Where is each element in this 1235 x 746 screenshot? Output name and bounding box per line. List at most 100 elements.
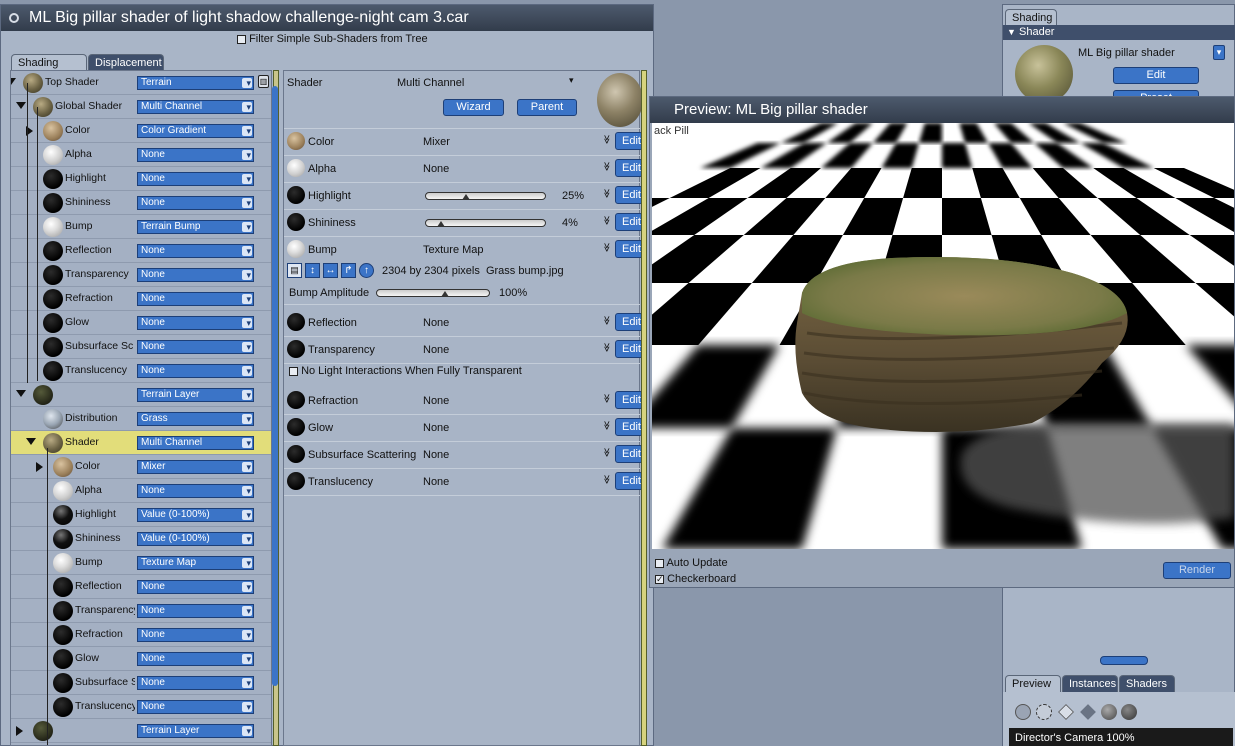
- chevron-down-icon[interactable]: ≫: [601, 475, 612, 484]
- shader-type-select[interactable]: None ▾: [137, 340, 254, 354]
- shader-menu-icon[interactable]: ▾: [1213, 45, 1225, 60]
- tree-row[interactable]: Alpha None ▾: [11, 143, 271, 167]
- tree-row[interactable]: Refraction None ▾: [11, 287, 271, 311]
- bump-amplitude-thumb[interactable]: [441, 291, 450, 297]
- shader-section-header[interactable]: ▼ Shader: [1003, 25, 1235, 40]
- shader-type-select[interactable]: Mixer ▾: [137, 460, 254, 474]
- preview-viewport[interactable]: ack Pill: [652, 123, 1234, 549]
- tree-row[interactable]: Alpha None ▾: [11, 479, 271, 503]
- right-tab-shading[interactable]: Shading: [1005, 9, 1057, 26]
- shader-type-select[interactable]: None ▾: [137, 484, 254, 498]
- sphere-shaded-icon[interactable]: [1121, 704, 1137, 720]
- edit-channel-button[interactable]: Edit: [615, 391, 643, 409]
- chevron-down-icon[interactable]: ≫: [601, 162, 612, 171]
- shader-type-select[interactable]: None ▾: [137, 244, 254, 258]
- shader-type-select[interactable]: Terrain ▾: [137, 76, 254, 90]
- tree-row[interactable]: Reflection None ▾: [11, 239, 271, 263]
- edit-channel-button[interactable]: Edit: [615, 340, 643, 358]
- tree-row[interactable]: Highlight None ▾: [11, 167, 271, 191]
- auto-update-checkbox[interactable]: [655, 558, 664, 568]
- sphere-icon[interactable]: [1101, 704, 1117, 720]
- shader-type-select[interactable]: Terrain Bump ▾: [137, 220, 254, 234]
- tree-row[interactable]: Terrain Layer ▾: [11, 719, 271, 743]
- chevron-down-icon[interactable]: ≫: [601, 343, 612, 352]
- chevron-down-icon[interactable]: ≫: [601, 189, 612, 198]
- tree-row[interactable]: Transparency None ▾: [11, 263, 271, 287]
- tree-row[interactable]: Translucency None ▾: [11, 359, 271, 383]
- edit-channel-button[interactable]: Edit: [615, 159, 643, 177]
- shader-type-select[interactable]: Color Gradient ▾: [137, 124, 254, 138]
- collapse-triangle-icon[interactable]: [16, 390, 26, 397]
- move-icon[interactable]: [1015, 704, 1031, 720]
- tab-instances[interactable]: Instances: [1062, 675, 1118, 692]
- shader-type-select[interactable]: None ▾: [137, 172, 254, 186]
- tree-row[interactable]: Reflection None ▾: [11, 575, 271, 599]
- close-icon[interactable]: [9, 13, 19, 23]
- no-light-checkbox[interactable]: [289, 366, 298, 376]
- tree-row[interactable]: Glow None ▾: [11, 647, 271, 671]
- chevron-down-icon[interactable]: ≫: [601, 216, 612, 225]
- shader-type-dropdown-icon[interactable]: ▾: [569, 75, 574, 86]
- shader-type-select[interactable]: None ▾: [137, 292, 254, 306]
- tree-row[interactable]: Shininess Value (0-100%) ▾: [11, 527, 271, 551]
- shader-type-select[interactable]: None ▾: [137, 700, 254, 714]
- edit-channel-button[interactable]: Edit: [615, 186, 643, 204]
- slider-thumb[interactable]: [436, 221, 445, 227]
- shader-type-select[interactable]: Multi Channel: [397, 77, 464, 89]
- tree-row[interactable]: Subsurface Sc None ▾: [11, 671, 271, 695]
- tab-shaders[interactable]: Shaders: [1119, 675, 1175, 692]
- collapse-triangle-icon[interactable]: [16, 102, 26, 109]
- preview-titlebar[interactable]: Preview: ML Big pillar shader: [650, 97, 1234, 123]
- tree-row[interactable]: Shininess None ▾: [11, 191, 271, 215]
- chevron-down-icon[interactable]: ≫: [601, 394, 612, 403]
- shader-type-select[interactable]: None ▾: [137, 628, 254, 642]
- tree-row[interactable]: Shader Multi Channel ▾: [11, 431, 271, 455]
- edit-channel-button[interactable]: Edit: [615, 445, 643, 463]
- edit-channel-button[interactable]: Edit: [615, 240, 643, 258]
- slider-thumb[interactable]: [462, 194, 471, 200]
- bump-amplitude-slider[interactable]: [376, 289, 490, 297]
- shader-type-select[interactable]: None ▾: [137, 580, 254, 594]
- tree-row[interactable]: Subsurface Sc None ▾: [11, 335, 271, 359]
- chevron-down-icon[interactable]: ≫: [601, 448, 612, 457]
- tree-row[interactable]: Transparency None ▾: [11, 599, 271, 623]
- tab-preview[interactable]: Preview: [1005, 675, 1061, 692]
- shader-type-select[interactable]: None ▾: [137, 364, 254, 378]
- tree-row[interactable]: Global Shader Multi Channel ▾: [11, 95, 271, 119]
- collapse-triangle-icon[interactable]: [11, 78, 16, 85]
- filter-checkbox[interactable]: [237, 34, 246, 44]
- trash-icon[interactable]: ▥: [258, 75, 269, 88]
- edit-channel-button[interactable]: Edit: [615, 418, 643, 436]
- tab-shading[interactable]: Shading: [11, 54, 87, 71]
- tree-row[interactable]: Bump Texture Map ▾: [11, 551, 271, 575]
- checkerboard-row[interactable]: ✓ Checkerboard: [655, 573, 736, 585]
- cube-outline-icon[interactable]: [1058, 704, 1074, 720]
- expand-triangle-icon[interactable]: [36, 462, 43, 472]
- shader-type-select[interactable]: None ▾: [137, 316, 254, 330]
- filter-checkbox-row[interactable]: Filter Simple Sub-Shaders from Tree: [237, 33, 428, 45]
- edit-channel-button[interactable]: Edit: [615, 132, 643, 150]
- tree-row[interactable]: Distribution Grass ▾: [11, 407, 271, 431]
- orbit-icon[interactable]: [1036, 704, 1052, 720]
- chevron-down-icon[interactable]: ≫: [601, 316, 612, 325]
- tree-row[interactable]: Refraction None ▾: [11, 623, 271, 647]
- no-light-checkbox-row[interactable]: No Light Interactions When Fully Transpa…: [289, 365, 522, 377]
- chevron-down-icon[interactable]: ≫: [601, 421, 612, 430]
- edit-channel-button[interactable]: Edit: [615, 313, 643, 331]
- wizard-button[interactable]: Wizard: [443, 99, 504, 116]
- expand-triangle-icon[interactable]: [16, 726, 23, 736]
- collapse-icon[interactable]: ▼: [1007, 25, 1016, 40]
- shader-type-select[interactable]: None ▾: [137, 604, 254, 618]
- cube-solid-icon[interactable]: [1080, 704, 1096, 720]
- checkerboard-checkbox[interactable]: ✓: [655, 574, 664, 584]
- collapse-triangle-icon[interactable]: [26, 438, 36, 445]
- shader-type-select[interactable]: Multi Channel ▾: [137, 436, 254, 450]
- shader-type-select[interactable]: Terrain Layer ▾: [137, 724, 254, 738]
- tree-row[interactable]: Color Mixer ▾: [11, 455, 271, 479]
- edit-channel-button[interactable]: Edit: [615, 472, 643, 490]
- tree-row[interactable]: Terrain Layer ▾: [11, 383, 271, 407]
- shader-type-select[interactable]: None ▾: [137, 676, 254, 690]
- chevron-down-icon[interactable]: ≫: [601, 243, 612, 252]
- shader-type-select[interactable]: None ▾: [137, 268, 254, 282]
- channel-value-slider[interactable]: [425, 219, 546, 227]
